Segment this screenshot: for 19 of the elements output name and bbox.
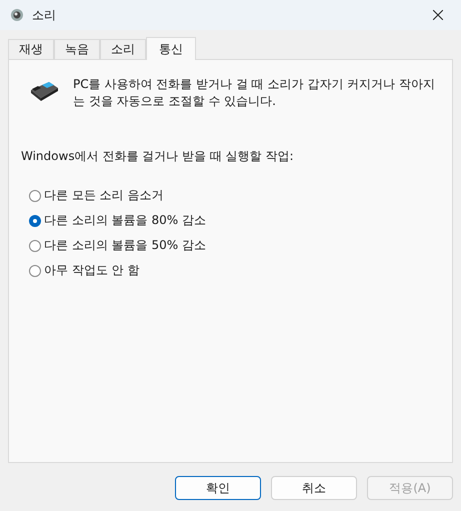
dialog-button[interactable]: 확인	[175, 476, 261, 500]
option-label[interactable]: 다른 소리의 볼륨을 50% 감소	[44, 237, 206, 254]
radio-button[interactable]	[29, 240, 41, 252]
radio-button[interactable]	[29, 264, 41, 276]
tab[interactable]: 녹음	[54, 39, 100, 59]
description-text: PC를 사용하여 전화를 받거나 걸 때 소리가 갑자기 커지거나 작아지는 것을 자동으로 조절할 수 있습니다.	[73, 76, 436, 110]
option-label[interactable]: 다른 모든 소리 음소거	[44, 187, 164, 204]
tab[interactable]: 재생	[8, 39, 54, 59]
option-label[interactable]: 아무 작업도 안 함	[44, 262, 140, 279]
dialog-button[interactable]: 취소	[271, 476, 357, 500]
tab[interactable]: 통신	[146, 37, 196, 60]
radio-button[interactable]	[29, 214, 41, 226]
radio-button[interactable]	[29, 190, 41, 202]
speaker-icon	[10, 8, 24, 22]
option-label[interactable]: 다른 소리의 볼륨을 80% 감소	[44, 212, 206, 229]
prompt-text: Windows에서 전화를 걸거나 받을 때 실행할 작업:	[21, 148, 294, 165]
tab[interactable]: 소리	[100, 39, 146, 59]
window-title: 소리	[32, 6, 57, 24]
close-icon	[433, 10, 443, 20]
